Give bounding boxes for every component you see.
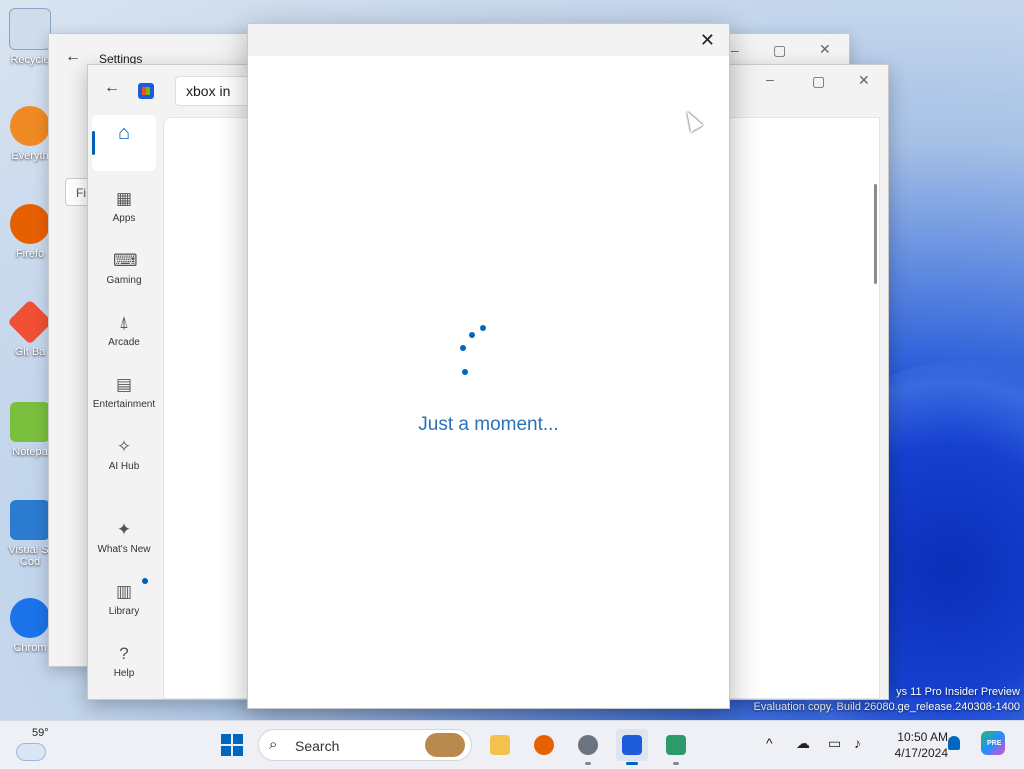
vscode-icon <box>10 500 50 540</box>
nav-label: Library <box>108 606 140 617</box>
bell-icon[interactable] <box>948 736 960 750</box>
firefox-icon <box>534 735 554 755</box>
taskbar-search[interactable]: ⌕ Search <box>258 729 472 761</box>
help-icon: ? <box>119 644 129 663</box>
loading-text: Just a moment... <box>418 414 559 435</box>
recycle-bin-icon <box>9 8 51 50</box>
maximize-icon[interactable]: ▢ <box>773 42 786 59</box>
nav-label: Gaming <box>106 275 142 286</box>
search-highlight-icon <box>425 733 465 757</box>
nav-label: AI Hub <box>108 461 140 472</box>
running-indicator <box>585 762 591 765</box>
nav-apps[interactable]: ▦ Apps <box>92 181 156 237</box>
taskbar-firefox[interactable] <box>528 729 560 761</box>
chrome-icon <box>10 598 50 638</box>
gear-icon <box>578 735 598 755</box>
taskbar-file-explorer[interactable] <box>484 729 516 761</box>
loading-spinner-icon <box>453 319 493 379</box>
nav-home[interactable]: ⌂ <box>92 115 156 171</box>
desktop-icon-label: Visual St Cod <box>8 544 52 568</box>
active-indicator <box>626 762 638 765</box>
chevron-up-icon[interactable]: ^ <box>766 735 773 751</box>
nav-label: Arcade <box>108 337 140 348</box>
minimize-icon[interactable]: – <box>766 71 774 87</box>
search-icon: ⌕ <box>269 736 278 753</box>
start-button[interactable] <box>221 734 243 756</box>
taskbar-store[interactable] <box>616 729 648 765</box>
desktop-icon-label: Chrom <box>13 642 47 654</box>
volume-icon[interactable]: ♪ <box>854 735 861 751</box>
git-icon <box>7 299 53 345</box>
desktop-icon-label: Notepa <box>12 446 48 458</box>
copilot-button[interactable]: PRE <box>981 731 1005 755</box>
gamepad-icon: ⌨ <box>113 251 138 270</box>
nav-label: What's New <box>97 544 151 555</box>
apps-icon: ▦ <box>115 189 133 208</box>
watermark-line-2: Evaluation copy. Build 26080.ge_release.… <box>753 701 1020 713</box>
party-icon: ✦ <box>116 520 132 539</box>
onedrive-icon[interactable]: ☁ <box>796 735 810 752</box>
clock[interactable]: 10:50 AM 4/17/2024 <box>878 729 948 761</box>
back-arrow-icon[interactable]: ← <box>104 79 120 97</box>
joystick-icon: ⍋ <box>118 313 130 332</box>
copilot-badge: PRE <box>987 740 1002 747</box>
maximize-icon[interactable]: ▢ <box>812 73 825 90</box>
app-icon <box>666 735 686 755</box>
nav-library[interactable]: ▥ Library <box>92 574 156 630</box>
taskbar: 59° ⌕ Search ^ ☁ ▭ ♪ 10:50 AM 4/17/2024 … <box>0 720 1024 769</box>
store-logo-icon <box>138 83 154 99</box>
nav-arcade[interactable]: ⍋ Arcade <box>92 305 156 361</box>
clock-date: 4/17/2024 <box>894 746 948 760</box>
desktop-icon-label: Recycle <box>10 54 50 66</box>
nav-help[interactable]: ? Help <box>92 636 156 692</box>
desktop-icon-label: Everyth <box>11 150 49 162</box>
loading-dialog: ✕ Just a moment... <box>247 23 730 709</box>
library-icon: ▥ <box>115 582 133 601</box>
taskbar-settings[interactable] <box>572 729 604 765</box>
nav-gaming[interactable]: ⌨ Gaming <box>92 243 156 299</box>
folder-icon <box>490 735 510 755</box>
minimize-icon[interactable]: – <box>731 42 739 58</box>
taskbar-app[interactable] <box>660 729 692 765</box>
nav-label: Apps <box>112 213 136 224</box>
nav-whats-new[interactable]: ✦ What's New <box>92 512 156 568</box>
close-icon[interactable]: ✕ <box>819 41 831 58</box>
home-icon: ⌂ <box>117 122 131 144</box>
close-icon[interactable]: ✕ <box>700 30 715 51</box>
desktop-icon-label: Firefo <box>15 248 45 260</box>
close-icon[interactable]: ✕ <box>858 72 870 89</box>
weather-widget[interactable]: 59° <box>16 727 56 761</box>
store-icon <box>622 735 642 755</box>
search-label: Search <box>295 738 340 754</box>
sparkle-icon: ✧ <box>116 437 132 456</box>
clapperboard-icon: ▤ <box>115 375 133 394</box>
clock-time: 10:50 AM <box>897 730 948 744</box>
back-arrow-icon[interactable]: ← <box>65 48 81 66</box>
watermark-line-1: ys 11 Pro Insider Preview <box>896 686 1020 698</box>
notification-dot <box>142 578 148 584</box>
everything-icon <box>10 106 50 146</box>
cloud-icon <box>16 743 46 761</box>
scrollbar[interactable] <box>874 184 877 284</box>
weather-temp: 59° <box>32 727 49 739</box>
display-icon[interactable]: ▭ <box>828 735 841 752</box>
nav-entertainment[interactable]: ▤ Entertainment <box>92 367 156 423</box>
firefox-icon <box>10 204 50 244</box>
nav-label: Entertainment <box>92 399 156 410</box>
desktop-icon-label: Git Ba <box>14 346 46 358</box>
nav-ai-hub[interactable]: ✧ AI Hub <box>92 429 156 485</box>
dialog-titlebar: ✕ <box>248 24 729 56</box>
running-indicator <box>673 762 679 765</box>
nav-label: Help <box>113 668 135 679</box>
notepad-icon <box>10 402 50 442</box>
